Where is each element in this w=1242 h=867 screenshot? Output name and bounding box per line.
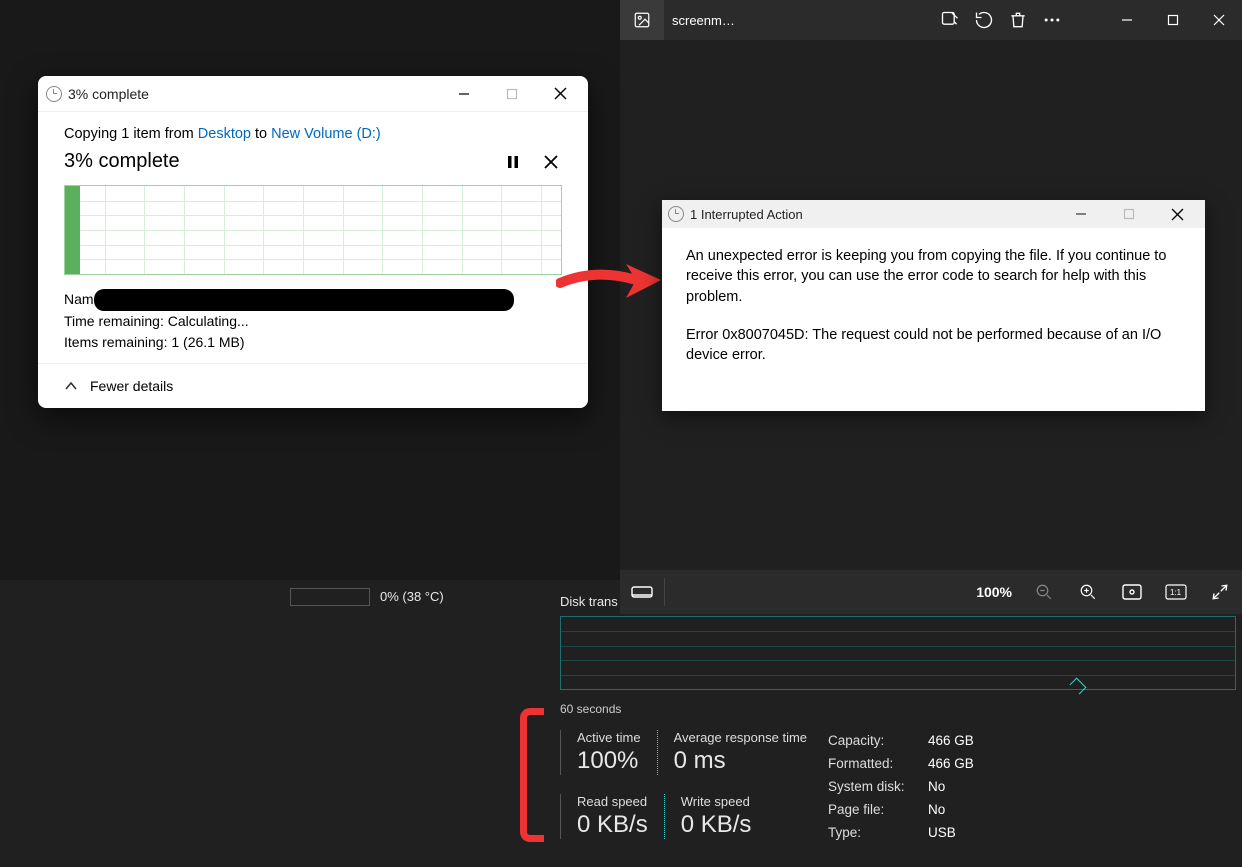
error-paragraph-2: Error 0x8007045D: The request could not … — [686, 325, 1181, 366]
photos-minimize-button[interactable] — [1104, 0, 1150, 40]
disk-info-column: Capacity:466 GB Formatted:466 GB System … — [828, 730, 974, 845]
photos-maximize-button[interactable] — [1150, 0, 1196, 40]
redacted-filename — [94, 289, 514, 311]
pagefile-key: Page file: — [828, 799, 928, 822]
error-maximize-button — [1107, 202, 1151, 226]
copy-subtitle: Copying 1 item from Desktop to New Volum… — [64, 126, 562, 142]
error-paragraph-1: An unexpected error is keeping you from … — [686, 246, 1181, 307]
error-dialog: 1 Interrupted Action An unexpected error… — [662, 200, 1205, 411]
capacity-key: Capacity: — [828, 730, 928, 753]
chart-grid — [65, 186, 561, 274]
read-speed-value: 0 KB/s — [577, 811, 648, 839]
type-val: USB — [928, 825, 956, 840]
red-arrow-annotation — [556, 258, 666, 308]
copy-details: Nam Time remaining: Calculating... Items… — [64, 289, 562, 353]
fewer-details-toggle[interactable]: Fewer details — [38, 363, 588, 408]
cancel-button[interactable] — [544, 155, 558, 169]
active-time-label: Active time — [577, 730, 641, 745]
copy-dialog-titlebar[interactable]: 3% complete — [38, 76, 588, 112]
copy-minimize-button[interactable] — [444, 80, 484, 108]
disk-transfer-graph — [560, 616, 1236, 690]
copy-to-link[interactable]: New Volume (D:) — [271, 126, 381, 142]
clock-icon — [668, 206, 684, 222]
clock-icon — [46, 86, 62, 102]
error-minimize-button[interactable] — [1059, 202, 1103, 226]
copy-prefix: Copying 1 item from — [64, 126, 198, 142]
copy-to-word: to — [251, 126, 271, 142]
time-remaining: Time remaining: Calculating... — [64, 311, 562, 332]
error-close-button[interactable] — [1155, 202, 1199, 226]
red-bracket-annotation — [520, 708, 544, 842]
chevron-up-icon — [64, 379, 78, 393]
photos-titlebar: screenm… — [620, 0, 1242, 40]
copy-from-link[interactable]: Desktop — [198, 126, 251, 142]
copy-maximize-button — [492, 80, 532, 108]
more-options-icon[interactable] — [1040, 8, 1064, 32]
avg-response-label: Average response time — [674, 730, 807, 745]
error-title: 1 Interrupted Action — [690, 207, 803, 222]
photos-close-button[interactable] — [1196, 0, 1242, 40]
gpu-thumbnail-bar[interactable] — [290, 588, 370, 606]
write-speed-label: Write speed — [681, 794, 752, 809]
chart-progress-fill — [65, 186, 80, 274]
read-speed-label: Read speed — [577, 794, 648, 809]
sysdisk-val: No — [928, 779, 945, 794]
disk-activity-spike — [1070, 678, 1087, 695]
copy-dialog-title: 3% complete — [68, 86, 149, 102]
delete-icon[interactable] — [1006, 8, 1030, 32]
fewer-details-label: Fewer details — [90, 378, 173, 394]
copy-heading: 3% complete — [64, 150, 506, 173]
formatted-key: Formatted: — [828, 753, 928, 776]
disk-transfer-label: Disk trans — [560, 594, 618, 609]
pause-button[interactable] — [506, 155, 520, 169]
active-time-value: 100% — [577, 747, 641, 775]
type-key: Type: — [828, 822, 928, 845]
rotate-icon[interactable] — [972, 8, 996, 32]
avg-response-value: 0 ms — [674, 747, 807, 775]
copy-close-button[interactable] — [540, 80, 580, 108]
sysdisk-key: System disk: — [828, 776, 928, 799]
write-speed-value: 0 KB/s — [681, 811, 752, 839]
copy-progress-dialog: 3% complete Copying 1 item from Desktop … — [38, 76, 588, 408]
items-remaining: Items remaining: 1 (26.1 MB) — [64, 332, 562, 353]
capacity-val: 466 GB — [928, 733, 974, 748]
pagefile-val: No — [928, 802, 945, 817]
photos-gallery-icon[interactable] — [620, 0, 664, 40]
disk-time-axis: 60 seconds — [560, 702, 621, 716]
formatted-val: 466 GB — [928, 756, 974, 771]
name-label: Nam — [64, 291, 94, 307]
error-titlebar[interactable]: 1 Interrupted Action — [662, 200, 1205, 228]
photos-window-title: screenm… — [672, 13, 735, 28]
copy-speed-chart — [64, 185, 562, 275]
taskmgr-disk-panel: 0% (38 °C) Disk trans 60 seconds Active … — [280, 580, 1242, 867]
gpu-usage-text: 0% (38 °C) — [380, 589, 444, 604]
edit-image-icon[interactable] — [938, 8, 962, 32]
